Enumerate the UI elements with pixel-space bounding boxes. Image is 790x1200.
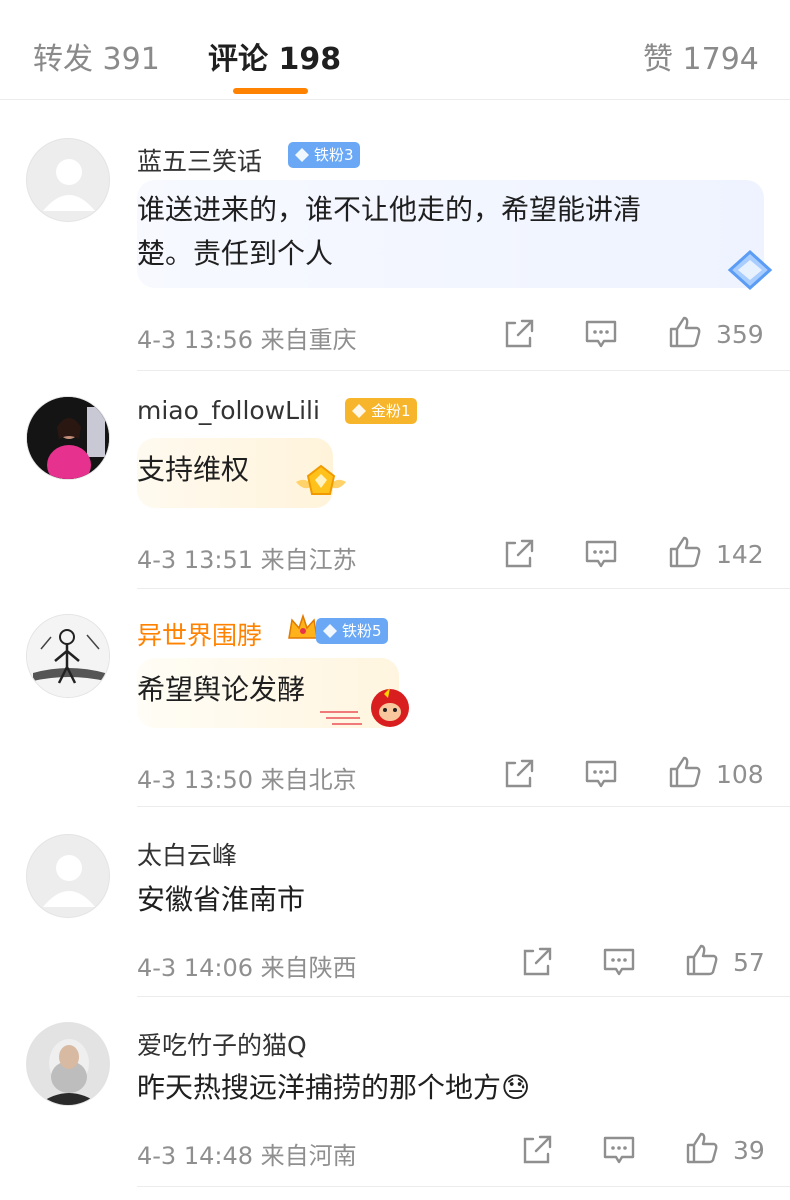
share-icon[interactable] xyxy=(520,1133,554,1167)
comment-text-line: 支持维权 xyxy=(137,453,250,486)
gold-badge-decoration-icon xyxy=(296,464,346,495)
fan-badge: 铁粉5 xyxy=(316,618,388,644)
divider xyxy=(137,806,790,807)
comment-meta: 4-3 13:50 来自北京 xyxy=(137,766,357,794)
like-icon[interactable] xyxy=(685,1131,719,1165)
username[interactable]: 异世界围脖 xyxy=(137,616,262,652)
username[interactable]: 太白云峰 xyxy=(137,836,237,872)
divider xyxy=(137,996,790,997)
like-icon[interactable] xyxy=(668,535,702,569)
comment-text-line: 希望舆论发酵 xyxy=(137,673,306,706)
fan-badge-label: 铁粉5 xyxy=(342,622,382,640)
divider xyxy=(137,370,790,371)
tab-likes[interactable]: 赞 1794 xyxy=(643,34,759,78)
username[interactable]: 蓝五三笑话 xyxy=(137,142,262,178)
default-avatar[interactable] xyxy=(26,138,110,222)
fan-badge: 金粉1 xyxy=(345,398,417,424)
like-count: 39 xyxy=(733,1136,765,1165)
comment-text: 希望舆论发酵 xyxy=(137,668,305,712)
like-count: 359 xyxy=(716,320,764,349)
username[interactable]: 爱吃竹子的猫Q xyxy=(137,1026,307,1062)
divider xyxy=(137,1186,790,1187)
gold-diamond-icon xyxy=(352,404,366,418)
flash-character-icon xyxy=(320,688,409,727)
comment-icon[interactable] xyxy=(584,537,618,571)
comment-meta: 4-3 14:48 来自河南 xyxy=(137,1142,357,1170)
sketch-avatar[interactable] xyxy=(26,614,110,698)
diamond-icon xyxy=(295,148,309,162)
comment-text-line: 安徽省淮南市 xyxy=(137,883,306,916)
like-count: 108 xyxy=(716,760,764,789)
diamond-icon xyxy=(323,624,337,638)
portrait-avatar[interactable] xyxy=(26,1022,110,1106)
like-count: 57 xyxy=(733,948,765,977)
comment-meta: 4-3 13:56 来自重庆 xyxy=(137,326,357,354)
photo-avatar[interactable] xyxy=(26,396,110,480)
share-icon[interactable] xyxy=(502,757,536,791)
divider xyxy=(137,588,790,589)
comment-text: 谁送进来的，谁不让他走的，希望能讲清 楚。责任到个人 xyxy=(137,188,641,276)
comment-text: 昨天热搜远洋捕捞的那个地方😓 xyxy=(137,1066,530,1110)
default-avatar[interactable] xyxy=(26,834,110,918)
comment-tabs: 转发 391 评论 198 赞 1794 xyxy=(0,0,790,100)
comment-icon[interactable] xyxy=(602,1133,636,1167)
comment-meta: 4-3 13:51 来自江苏 xyxy=(137,546,357,574)
tab-repost[interactable]: 转发 391 xyxy=(33,34,160,78)
comment-icon[interactable] xyxy=(584,317,618,351)
share-icon[interactable] xyxy=(520,945,554,979)
comment-icon[interactable] xyxy=(584,757,618,791)
crown-icon xyxy=(288,613,318,639)
comment-text-line: 谁送进来的，谁不让他走的，希望能讲清 xyxy=(137,193,642,226)
comment-icon[interactable] xyxy=(602,945,636,979)
comment-text: 安徽省淮南市 xyxy=(137,878,305,922)
username[interactable]: miao_followLili xyxy=(137,396,320,425)
comment-text-line: 昨天热搜远洋捕捞的那个地方😓 xyxy=(137,1071,531,1104)
fan-badge-label: 金粉1 xyxy=(371,402,411,420)
comment-meta: 4-3 14:06 来自陕西 xyxy=(137,954,357,982)
share-icon[interactable] xyxy=(502,537,536,571)
fan-badge: 铁粉3 xyxy=(288,142,360,168)
comment-text-line: 楚。责任到个人 xyxy=(137,237,334,270)
fan-badge-label: 铁粉3 xyxy=(314,146,354,164)
like-icon[interactable] xyxy=(668,755,702,789)
like-count: 142 xyxy=(716,540,764,569)
active-tab-indicator xyxy=(233,88,308,94)
comment-text: 支持维权 xyxy=(137,448,249,492)
diamond-decoration-icon xyxy=(727,249,773,291)
like-icon[interactable] xyxy=(685,943,719,977)
like-icon[interactable] xyxy=(668,315,702,349)
tab-comments[interactable]: 评论 198 xyxy=(208,34,341,78)
share-icon[interactable] xyxy=(502,317,536,351)
